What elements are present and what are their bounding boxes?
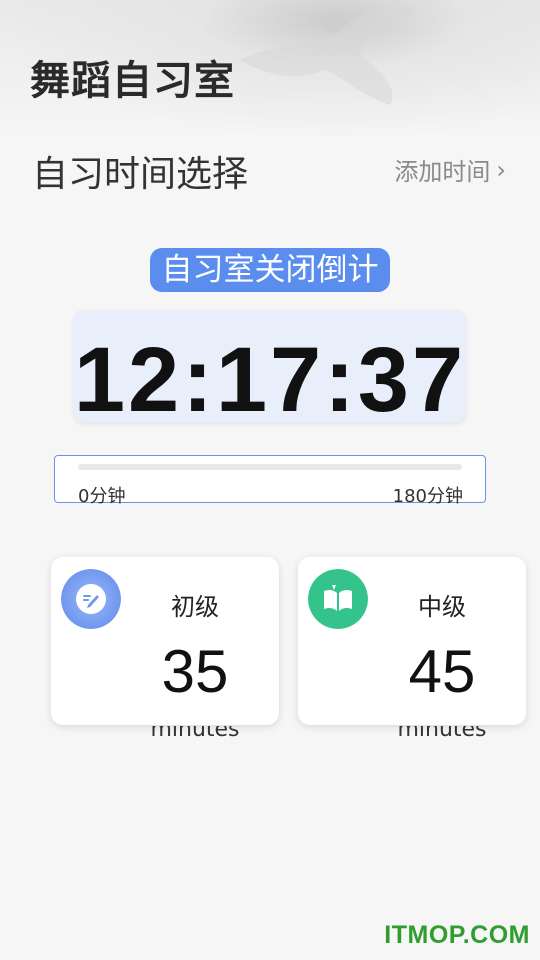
watermark: ITMOP.COM: [384, 921, 530, 949]
level-duration-value: 45: [408, 638, 476, 705]
section-title: 自习时间选择: [32, 154, 249, 195]
level-name: 初级: [171, 593, 219, 621]
slider-max-label: 180分钟: [392, 486, 463, 507]
chevron-right-icon: ›: [496, 155, 506, 184]
dancer-image: [240, 7, 420, 105]
level-unit: minutes: [298, 726, 526, 738]
level-duration-value: 35: [161, 638, 229, 705]
countdown-badge: 自习室关闭倒计: [150, 248, 390, 292]
level-unit: minutes: [51, 726, 279, 738]
slider-min-label: 0分钟: [78, 486, 126, 507]
add-time-button[interactable]: 添加时间 ›: [394, 152, 506, 187]
app-title: 舞蹈自习室: [30, 58, 235, 104]
duration-slider[interactable]: 0分钟 180分钟: [54, 455, 486, 507]
slider-track[interactable]: [78, 464, 462, 470]
level-card-intermediate[interactable]: 中级 45: [298, 557, 526, 725]
add-time-label: 添加时间: [394, 158, 491, 186]
level-name: 中级: [418, 593, 466, 621]
countdown-time: 12:17:37: [73, 329, 467, 431]
level-card-beginner[interactable]: 初级 35: [51, 557, 279, 725]
